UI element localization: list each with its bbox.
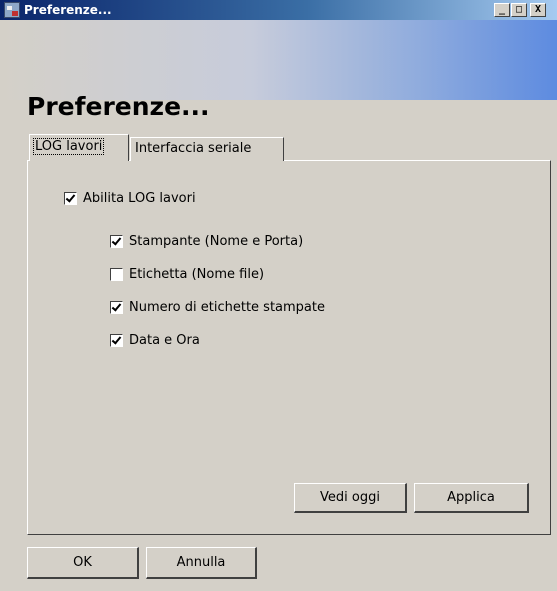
checkbox-box[interactable] (110, 234, 123, 248)
page-title: Preferenze... (27, 92, 210, 121)
checkbox-label: Numero di etichette stampate (129, 299, 325, 315)
cancel-button[interactable]: Annulla (146, 547, 257, 579)
option-label-file-checkbox[interactable]: Etichetta (Nome file) (110, 264, 264, 284)
enable-log-checkbox[interactable]: Abilita LOG lavori (64, 188, 196, 208)
tab-label: LOG lavori (32, 138, 105, 155)
checkbox-label: Abilita LOG lavori (83, 190, 196, 206)
checkbox-label: Stampante (Nome e Porta) (129, 233, 304, 249)
option-printer-checkbox[interactable]: Stampante (Nome e Porta) (110, 231, 303, 251)
header-banner (0, 20, 557, 100)
tab-label: Interfaccia seriale (135, 141, 252, 156)
checkbox-box[interactable] (110, 267, 123, 281)
log-panel (27, 160, 551, 535)
apply-button[interactable]: Applica (414, 483, 529, 513)
checkbox-box[interactable] (110, 333, 123, 347)
app-icon[interactable] (4, 2, 20, 18)
view-today-button[interactable]: Vedi oggi (294, 483, 407, 513)
minimize-button[interactable]: _ (494, 3, 510, 17)
checkbox-label: Etichetta (Nome file) (129, 266, 265, 282)
close-button[interactable]: X (530, 3, 546, 17)
ok-button[interactable]: OK (27, 547, 139, 579)
option-datetime-checkbox[interactable]: Data e Ora (110, 330, 200, 350)
maximize-button[interactable]: □ (511, 3, 527, 17)
checkbox-box[interactable] (110, 300, 123, 314)
window-title: Preferenze... (24, 3, 112, 17)
checkbox-box[interactable] (64, 191, 77, 205)
tab-interfaccia-seriale[interactable]: Interfaccia seriale (130, 137, 284, 161)
checkbox-label: Data e Ora (129, 332, 200, 348)
option-label-count-checkbox[interactable]: Numero di etichette stampate (110, 297, 325, 317)
title-bar[interactable]: Preferenze... _ □ X (0, 0, 557, 20)
tab-log-lavori[interactable]: LOG lavori (29, 134, 129, 161)
